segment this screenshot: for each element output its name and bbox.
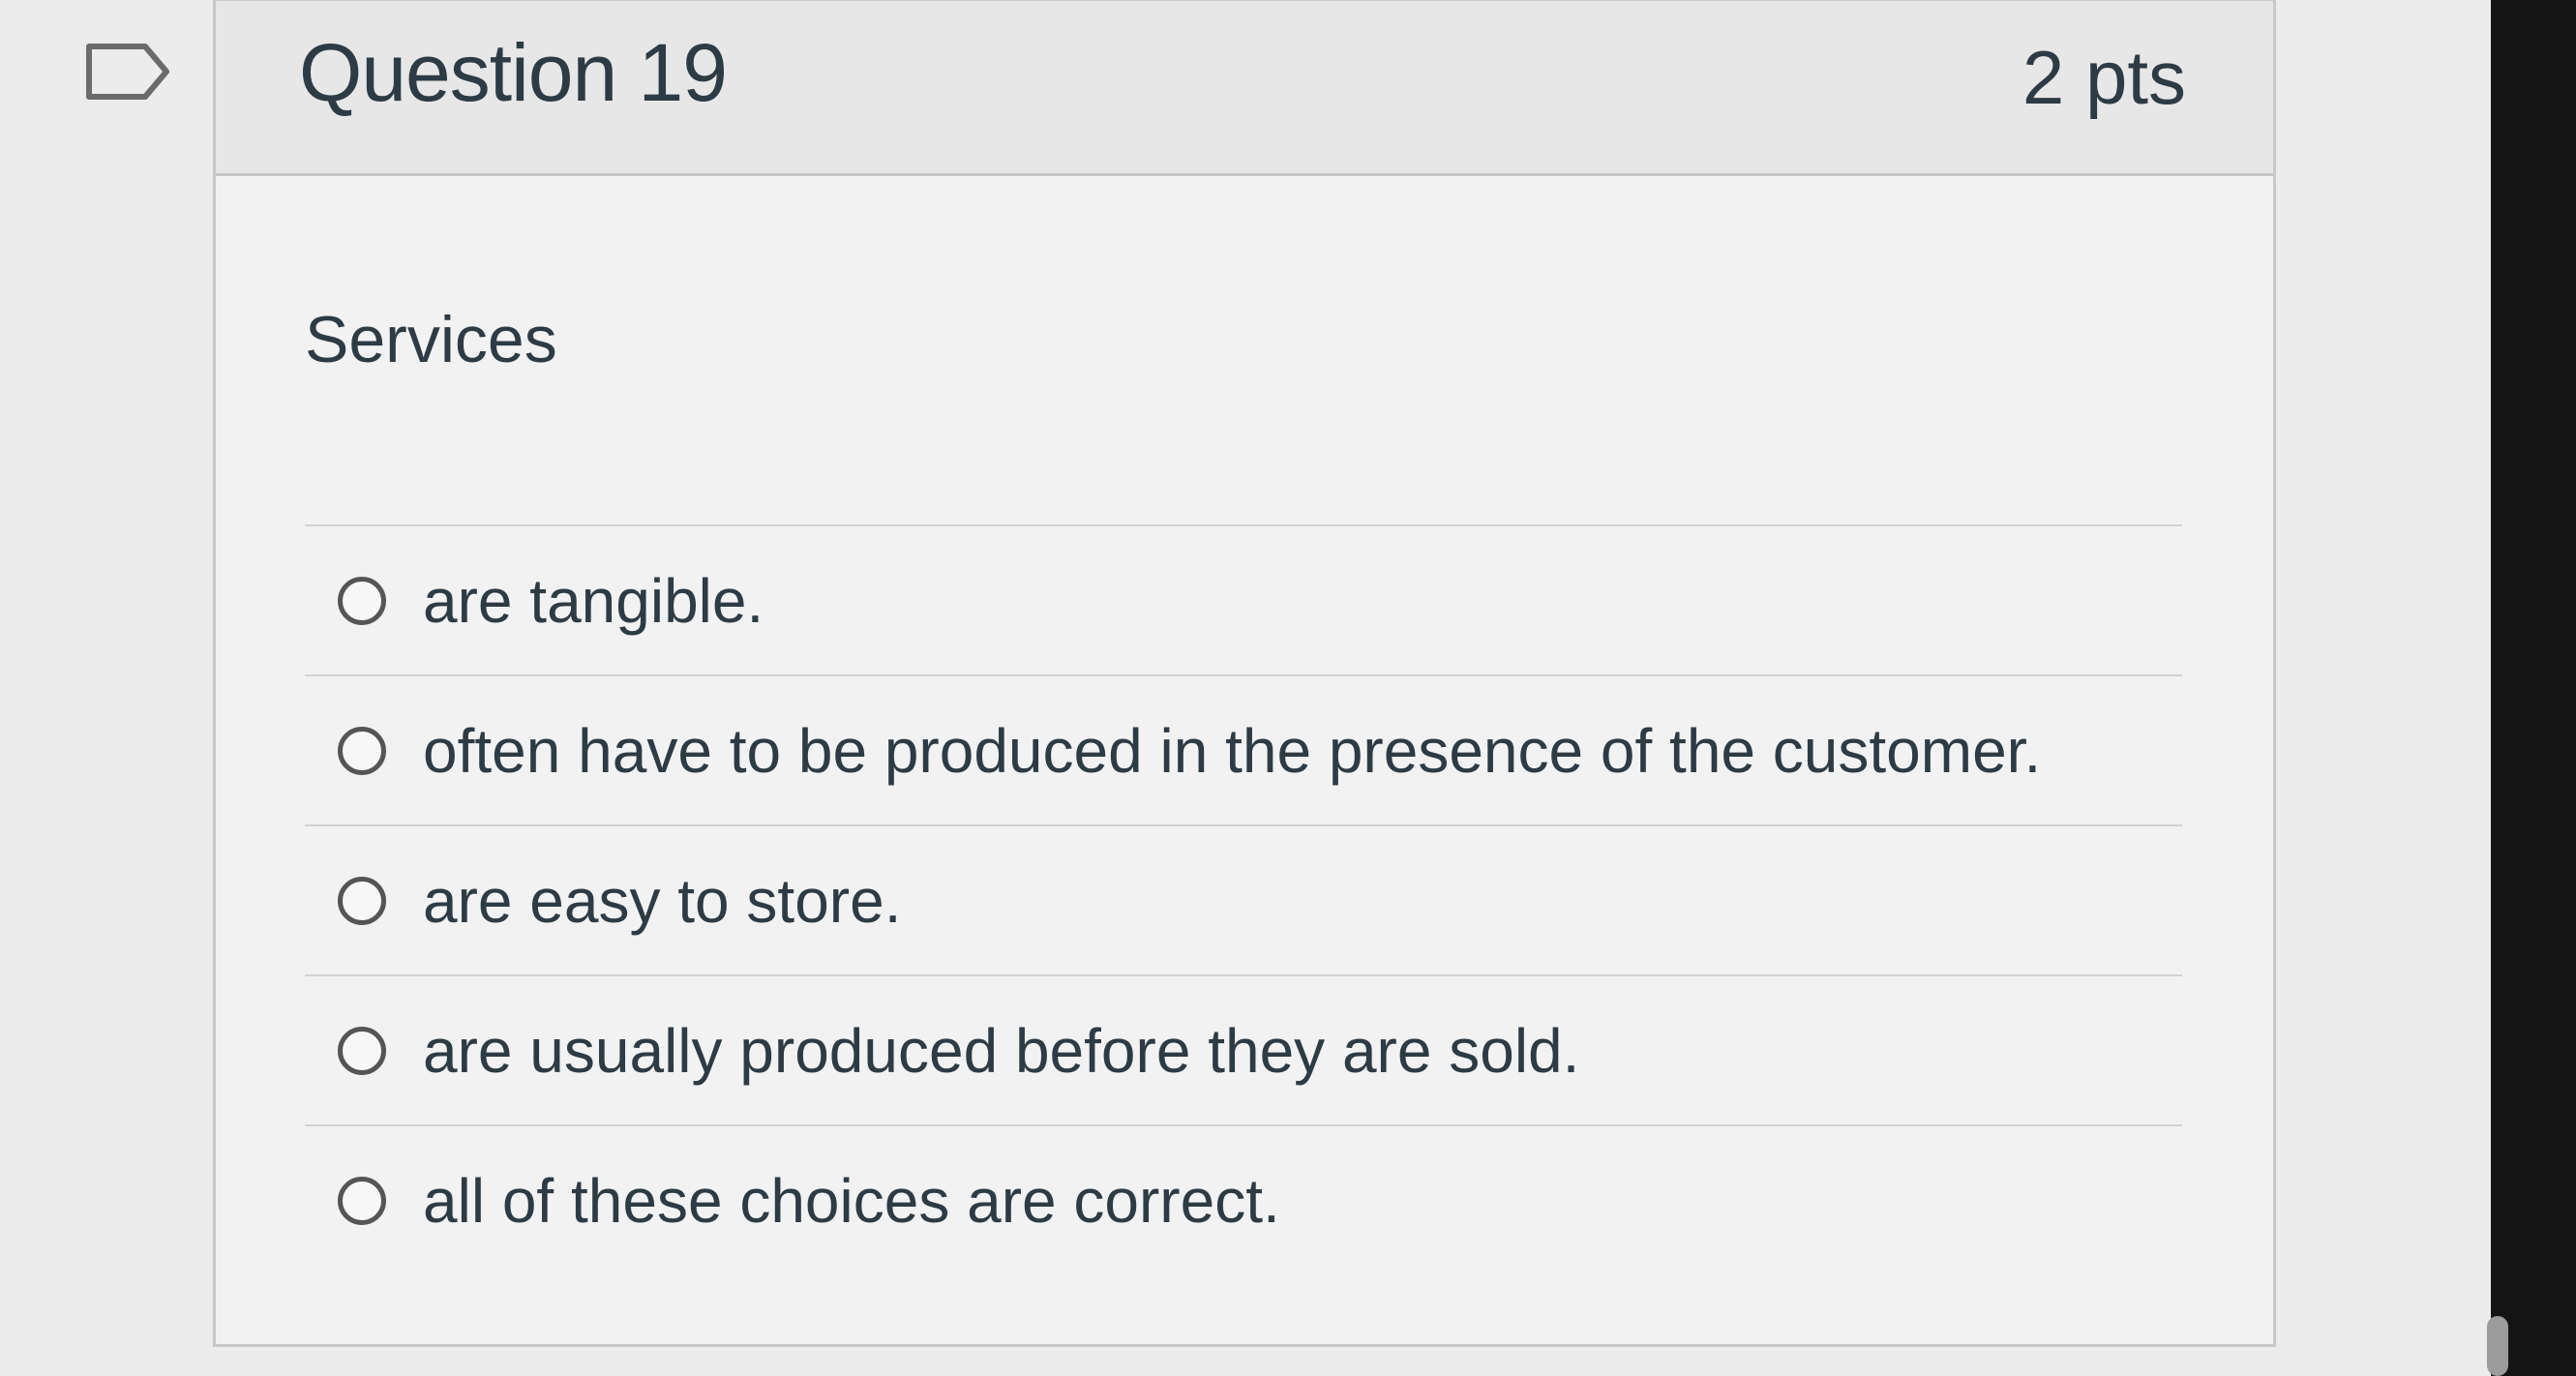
- flag-icon[interactable]: [85, 43, 170, 101]
- question-title: Question 19: [299, 27, 728, 118]
- quiz-page: Question 19 2 pts Services are tangible.…: [0, 0, 2576, 1376]
- scrollbar-handle[interactable]: [2487, 1316, 2508, 1376]
- radio-button[interactable]: [338, 576, 386, 625]
- radio-button[interactable]: [338, 1176, 386, 1225]
- answer-option-5[interactable]: all of these choices are correct.: [305, 1124, 2182, 1274]
- answer-label: all of these choices are correct.: [423, 1165, 1280, 1236]
- answer-list: are tangible. often have to be produced …: [305, 524, 2182, 1274]
- answer-option-1[interactable]: are tangible.: [305, 524, 2182, 674]
- answer-option-2[interactable]: often have to be produced in the presenc…: [305, 674, 2182, 824]
- radio-button[interactable]: [338, 726, 386, 775]
- answer-label: often have to be produced in the presenc…: [423, 715, 2042, 786]
- question-card: Question 19 2 pts Services are tangible.…: [213, 0, 2276, 1347]
- screen-edge: [2491, 0, 2576, 1376]
- answer-label: are easy to store.: [423, 865, 902, 936]
- question-prompt: Services: [305, 303, 557, 376]
- question-header: Question 19 2 pts: [216, 1, 2273, 176]
- answer-option-3[interactable]: are easy to store.: [305, 824, 2182, 974]
- radio-button[interactable]: [338, 876, 386, 925]
- answer-label: are usually produced before they are sol…: [423, 1015, 1580, 1086]
- radio-button[interactable]: [338, 1026, 386, 1075]
- question-points: 2 pts: [2022, 35, 2186, 120]
- answer-label: are tangible.: [423, 565, 764, 636]
- answer-option-4[interactable]: are usually produced before they are sol…: [305, 974, 2182, 1124]
